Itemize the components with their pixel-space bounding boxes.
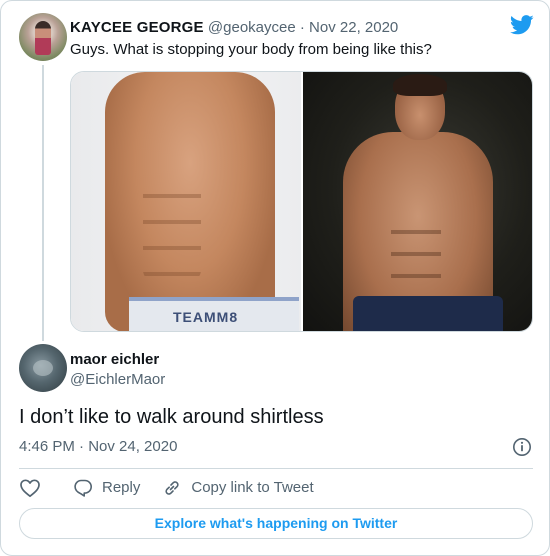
twitter-bird-icon[interactable] xyxy=(510,15,534,35)
info-icon[interactable] xyxy=(512,437,532,457)
parent-author-avatar[interactable] xyxy=(19,13,67,61)
abs-illustration xyxy=(143,172,201,282)
abs-illustration xyxy=(390,212,441,302)
waistband: TEAMM8 xyxy=(129,297,299,331)
reply-tweet-text: I don’t like to walk around shirtless xyxy=(19,406,324,428)
like-button[interactable] xyxy=(19,478,41,498)
copy-link-label: Copy link to Tweet xyxy=(191,479,314,496)
reply-author-name[interactable]: maor eichler xyxy=(70,350,159,370)
heart-icon xyxy=(20,479,40,498)
copy-link-button[interactable]: Copy link to Tweet xyxy=(162,478,314,498)
reply-label: Reply xyxy=(102,479,141,496)
waistband-text: TEAMM8 xyxy=(173,309,239,325)
reply-button[interactable]: Reply xyxy=(73,478,140,498)
reply-author-avatar[interactable] xyxy=(19,344,67,392)
media-photo-right[interactable] xyxy=(302,72,532,331)
hair-illustration xyxy=(392,74,447,96)
parent-author-name[interactable]: KAYCEE GEORGE xyxy=(70,19,204,36)
parent-author-handle[interactable]: @geokaycee xyxy=(208,19,296,36)
parent-tweet-header: KAYCEE GEORGE @geokaycee · Nov 22, 2020 xyxy=(70,18,398,38)
avatar-figure xyxy=(35,21,51,55)
parent-tweet-date[interactable]: Nov 22, 2020 xyxy=(309,19,398,36)
shorts-illustration xyxy=(352,296,503,331)
explore-twitter-button[interactable]: Explore what's happening on Twitter xyxy=(19,508,533,539)
parent-separator: · xyxy=(299,19,305,36)
link-icon xyxy=(165,481,179,495)
thread-connector-line xyxy=(42,65,44,341)
divider xyxy=(19,468,533,469)
tweet-embed-card: KAYCEE GEORGE @geokaycee · Nov 22, 2020 … xyxy=(0,0,550,556)
parent-tweet-media[interactable]: TEAMM8 xyxy=(70,71,533,332)
media-photo-left[interactable]: TEAMM8 xyxy=(71,72,301,331)
parent-tweet-text: Guys. What is stopping your body from be… xyxy=(70,41,432,58)
tweet-actions: Reply Copy link to Tweet xyxy=(19,477,314,499)
tweet-timestamp[interactable]: 4:46 PM · Nov 24, 2020 xyxy=(19,437,177,457)
reply-author-handle[interactable]: @EichlerMaor xyxy=(70,370,165,390)
reply-bubble-icon xyxy=(74,479,92,497)
avatar-highlight xyxy=(33,360,53,376)
